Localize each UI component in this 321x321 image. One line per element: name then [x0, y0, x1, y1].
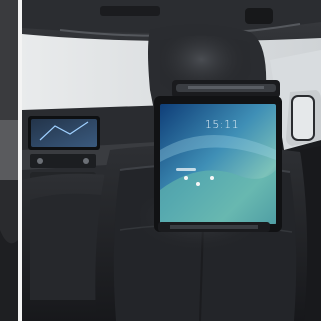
tablet-holder-icon: [172, 80, 280, 98]
tablet-clock: 15:11: [204, 118, 240, 131]
divider: [18, 0, 22, 321]
photo-car-interior: [0, 0, 321, 321]
tablet: [154, 96, 282, 232]
left-photo-strip: [0, 0, 18, 321]
